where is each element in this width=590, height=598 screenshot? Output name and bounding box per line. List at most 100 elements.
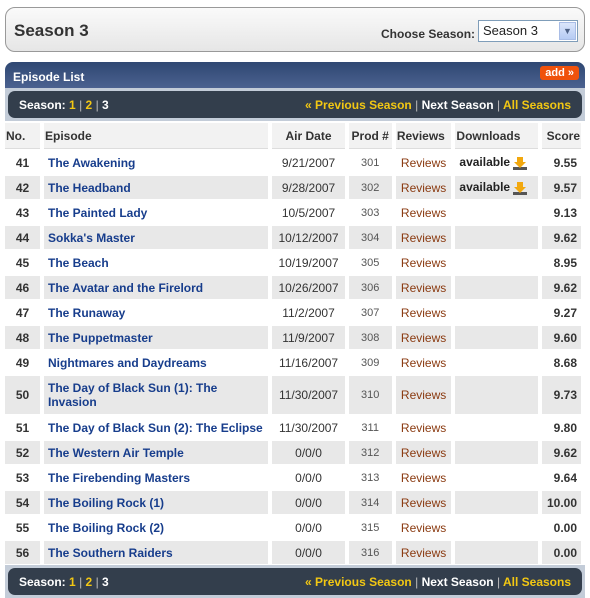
reviews-link[interactable]: Reviews: [401, 206, 446, 220]
table-row: 55 The Boiling Rock (2) 0/0/0 315 Reviews 0.0…: [5, 516, 581, 539]
episode-link[interactable]: The Firebending Masters: [48, 471, 190, 485]
score: 9.80: [553, 420, 577, 435]
prod-number: 316: [361, 546, 380, 559]
air-date: 0/0/0: [295, 495, 322, 510]
reviews-link[interactable]: Reviews: [401, 156, 446, 170]
score: 0.00: [553, 545, 577, 560]
previous-season-link[interactable]: « Previous Season: [305, 98, 412, 112]
table-row: 48 The Puppetmaster 11/9/2007 308 Reviews 9.6…: [5, 326, 581, 349]
score: 8.95: [553, 255, 577, 270]
episode-number: 52: [15, 445, 30, 460]
prod-number: 310: [361, 389, 380, 401]
reviews-link[interactable]: Reviews: [401, 306, 446, 320]
air-date: 10/26/2007: [278, 280, 339, 295]
all-seasons-link[interactable]: All Seasons: [503, 98, 571, 112]
episode-table: No. Episode Air Date Prod # Reviews Downloads…: [1, 121, 585, 566]
score: 9.64: [553, 470, 577, 485]
episode-link[interactable]: The Avatar and the Firelord: [48, 281, 203, 295]
previous-season-link[interactable]: « Previous Season: [305, 575, 412, 589]
chevron-down-icon[interactable]: ▼: [559, 22, 576, 40]
column-header: Episode: [44, 123, 269, 149]
reviews-link[interactable]: Reviews: [401, 331, 446, 345]
score: 9.13: [553, 205, 577, 220]
download-status[interactable]: available: [459, 180, 510, 194]
reviews-link[interactable]: Reviews: [401, 356, 446, 370]
episode-number: 48: [15, 330, 30, 345]
all-seasons-link[interactable]: All Seasons: [503, 575, 571, 589]
prod-number: 307: [361, 306, 380, 319]
next-season-label: Next Season: [421, 98, 494, 112]
episode-number: 43: [15, 205, 30, 220]
episode-number: 55: [15, 520, 30, 535]
episode-link[interactable]: The Awakening: [48, 156, 135, 170]
reviews-link[interactable]: Reviews: [401, 521, 446, 535]
score: 9.62: [553, 445, 577, 460]
episode-link[interactable]: The Boiling Rock (1): [48, 496, 164, 510]
episode-link[interactable]: The Boiling Rock (2): [48, 521, 164, 535]
episode-link[interactable]: The Day of Black Sun (2): The Eclipse: [48, 421, 263, 435]
episode-link[interactable]: The Puppetmaster: [48, 331, 153, 345]
episode-number: 56: [15, 545, 30, 560]
air-date: 9/21/2007: [281, 155, 336, 170]
reviews-link[interactable]: Reviews: [401, 496, 446, 510]
season-current-3: 3: [102, 98, 109, 112]
column-header: Downloads: [455, 123, 538, 149]
reviews-link[interactable]: Reviews: [401, 471, 446, 485]
season-link-2[interactable]: 2: [86, 575, 93, 589]
season-link-1[interactable]: 1: [69, 98, 76, 112]
download-status[interactable]: available: [459, 155, 510, 169]
reviews-link[interactable]: Reviews: [401, 181, 446, 195]
air-date: 11/9/2007: [282, 330, 335, 345]
episode-link[interactable]: The Headband: [48, 181, 131, 195]
table-row: 54 The Boiling Rock (1) 0/0/0 314 Reviews 10.…: [5, 491, 581, 514]
season-select[interactable]: Season 3 ▼: [478, 20, 578, 42]
reviews-link[interactable]: Reviews: [401, 446, 446, 460]
next-season-label: Next Season: [421, 575, 494, 589]
download-icon[interactable]: [513, 181, 528, 195]
score: 9.27: [553, 305, 577, 320]
table-row: 44 Sokka's Master 10/12/2007 304 Reviews 9.62: [5, 226, 581, 249]
reviews-link[interactable]: Reviews: [401, 388, 446, 402]
episode-link[interactable]: The Beach: [48, 256, 109, 270]
add-button[interactable]: add »: [540, 66, 579, 80]
prod-number: 306: [361, 281, 380, 294]
prod-number: 302: [361, 181, 380, 194]
episode-link[interactable]: The Southern Raiders: [48, 546, 173, 560]
column-header: No.: [5, 123, 40, 149]
reviews-link[interactable]: Reviews: [401, 546, 446, 560]
reviews-link[interactable]: Reviews: [401, 256, 446, 270]
score: 9.60: [553, 330, 577, 345]
prod-number: 313: [361, 471, 380, 484]
episode-number: 44: [15, 230, 30, 245]
episode-number: 49: [15, 355, 30, 370]
reviews-link[interactable]: Reviews: [401, 281, 446, 295]
air-date: 9/28/2007: [281, 180, 336, 195]
score: 9.62: [553, 280, 577, 295]
episode-number: 47: [15, 305, 30, 320]
episode-number: 46: [15, 280, 30, 295]
episode-number: 51: [15, 420, 30, 435]
season-link-2[interactable]: 2: [86, 98, 93, 112]
episode-link[interactable]: The Day of Black Sun (1): The Invasion: [48, 381, 217, 409]
episode-link[interactable]: The Painted Lady: [48, 206, 147, 220]
table-row: 43 The Painted Lady 10/5/2007 303 Reviews 9.1…: [5, 201, 581, 224]
prod-number: 312: [361, 446, 380, 459]
table-row: 51 The Day of Black Sun (2): The Eclipse 1…: [5, 416, 581, 439]
download-icon[interactable]: [513, 156, 528, 170]
column-header: Prod #: [348, 123, 392, 149]
reviews-link[interactable]: Reviews: [401, 231, 446, 245]
episode-link[interactable]: The Western Air Temple: [48, 446, 184, 460]
prod-number: 308: [361, 331, 380, 344]
table-row: 52 The Western Air Temple 0/0/0 312 Reviews 9…: [5, 441, 581, 464]
score: 9.57: [553, 180, 577, 195]
episode-link[interactable]: Sokka's Master: [48, 231, 135, 245]
score: 0.00: [553, 520, 577, 535]
episode-link[interactable]: Nightmares and Daydreams: [48, 356, 207, 370]
episode-link[interactable]: The Runaway: [48, 306, 125, 320]
reviews-link[interactable]: Reviews: [401, 421, 446, 435]
score: 8.68: [553, 355, 577, 370]
episode-number: 41: [15, 155, 30, 170]
season-link-1[interactable]: 1: [69, 575, 76, 589]
prod-number: 315: [361, 521, 380, 534]
season-label: Season:: [19, 575, 66, 589]
